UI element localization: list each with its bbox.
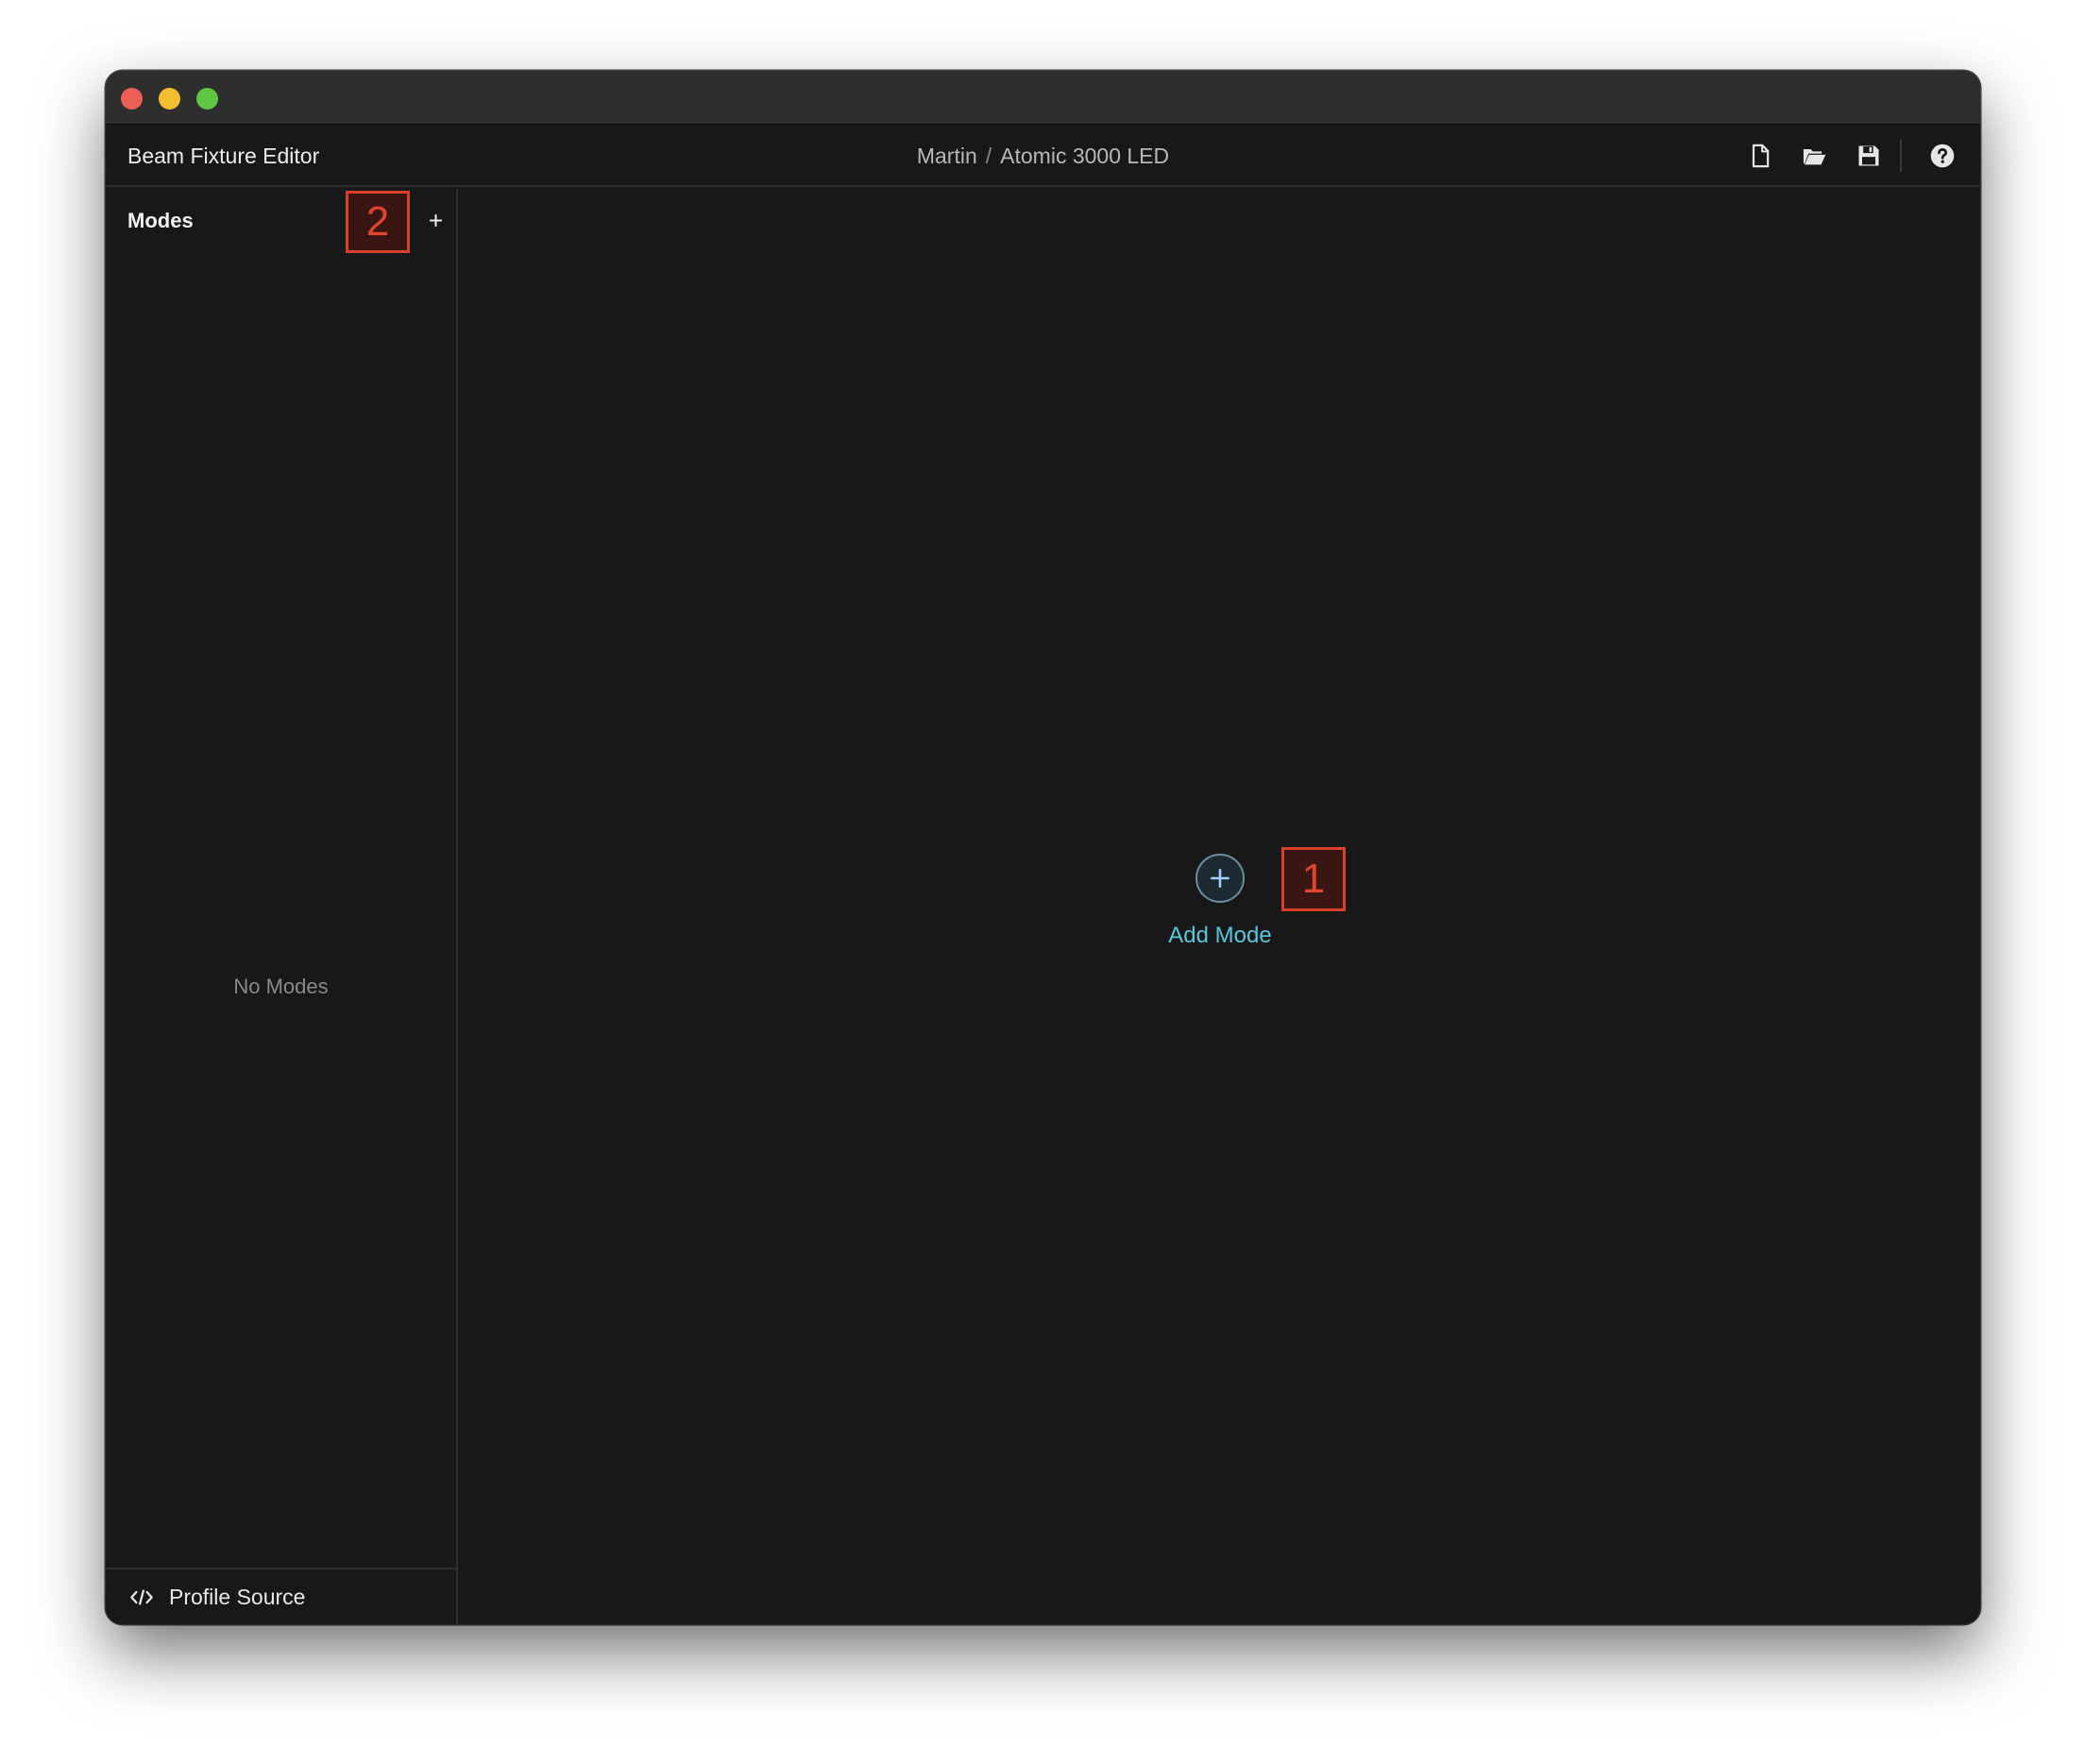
window-titlebar [106,71,1980,125]
window-close-button[interactable] [121,88,143,110]
profile-source-button[interactable]: Profile Source [106,1568,456,1624]
new-file-icon[interactable] [1745,141,1775,171]
plus-icon [1211,869,1229,888]
annotation-marker-2: 2 [346,191,410,253]
code-icon [129,1586,156,1608]
app-window: Beam Fixture Editor Martin / Atomic 3000 L… [106,71,1980,1624]
breadcrumb-separator: / [985,144,992,168]
add-mode-plus-button[interactable] [421,206,449,234]
main-content: 1 Add Mode [460,189,1980,1624]
app-header: Beam Fixture Editor Martin / Atomic 3000 L… [106,125,1980,187]
window-minimize-button[interactable] [159,88,180,110]
sidebar-title: Modes [127,209,194,232]
toolbar-divider [1900,140,1902,172]
no-modes-text: No Modes [233,975,329,998]
save-icon[interactable] [1854,141,1884,171]
open-folder-icon[interactable] [1799,141,1829,171]
breadcrumb: Martin / Atomic 3000 LED [106,125,1980,187]
window-zoom-button[interactable] [196,88,218,110]
add-mode-button[interactable] [1195,854,1245,903]
annotation-marker-1: 1 [1281,847,1346,911]
breadcrumb-manufacturer: Martin [916,144,977,168]
breadcrumb-fixture: Atomic 3000 LED [1000,144,1170,168]
help-icon[interactable] [1927,141,1958,171]
plus-icon [429,213,442,227]
modes-sidebar: Modes 2 No Modes Profile Source [106,189,458,1624]
profile-source-label: Profile Source [169,1584,306,1609]
add-mode-link[interactable]: Add Mode [1121,923,1319,949]
